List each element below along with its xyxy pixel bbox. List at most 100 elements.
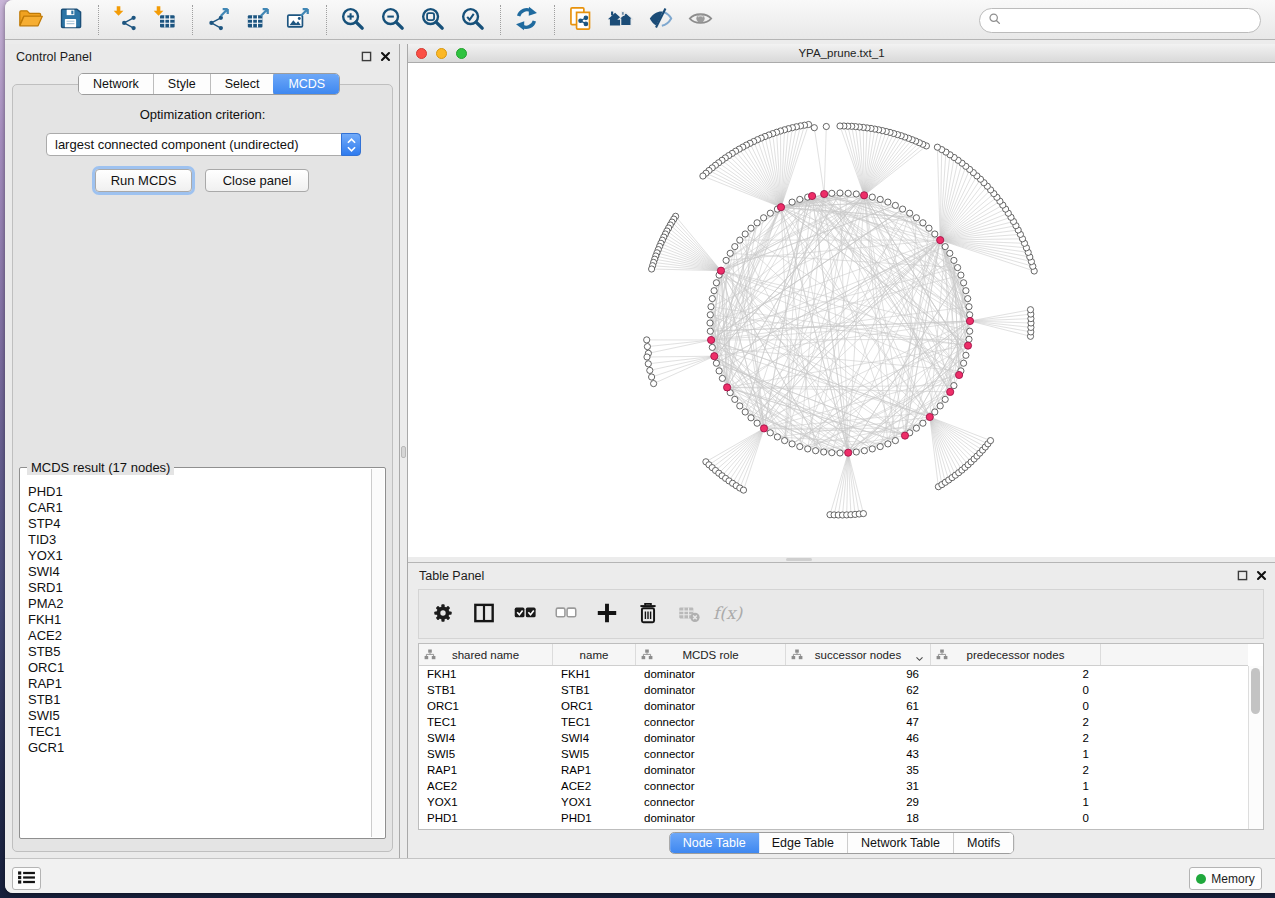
list-item[interactable]: PHD1 <box>28 484 371 500</box>
table-scrollbar[interactable] <box>1248 666 1263 829</box>
table-row[interactable]: FKH1FKH1dominator962 <box>419 666 1248 682</box>
zoom-out-button[interactable] <box>377 5 407 35</box>
import-network-button[interactable] <box>109 5 139 35</box>
duplicate-network-button[interactable] <box>565 5 595 35</box>
tab-network-table[interactable]: Network Table <box>848 833 954 853</box>
table-row[interactable]: ORC1ORC1dominator610 <box>419 698 1248 714</box>
run-mcds-button[interactable]: Run MCDS <box>95 169 192 192</box>
add-button[interactable] <box>591 598 623 630</box>
search-box[interactable] <box>979 8 1261 33</box>
list-item[interactable]: SWI5 <box>28 708 371 724</box>
import-table-button[interactable] <box>149 5 179 35</box>
column-header-shared-name[interactable]: shared name <box>419 644 553 665</box>
export-image-button[interactable] <box>283 5 313 35</box>
tab-mcds[interactable]: MCDS <box>273 73 340 95</box>
list-item[interactable]: ORC1 <box>28 660 371 676</box>
cell-filler <box>1101 698 1248 714</box>
tab-node-table[interactable]: Node Table <box>669 832 760 854</box>
memory-label: Memory <box>1211 872 1254 886</box>
hide-graphics-details-button[interactable] <box>645 5 675 35</box>
open-button[interactable] <box>15 5 45 35</box>
gear-button[interactable] <box>427 598 459 630</box>
delete-button[interactable] <box>632 598 664 630</box>
table-row[interactable]: SWI4SWI4dominator462 <box>419 730 1248 746</box>
list-item[interactable]: STP4 <box>28 516 371 532</box>
cell: dominator <box>636 682 786 698</box>
zoom-fit-button[interactable] <box>417 5 447 35</box>
list-item[interactable]: PMA2 <box>28 596 371 612</box>
search-input[interactable] <box>1006 11 1260 31</box>
tab-motifs[interactable]: Motifs <box>954 833 1013 853</box>
cell: 2 <box>931 666 1101 682</box>
export-network-button[interactable] <box>203 5 233 35</box>
optimization-criterion-dropdown[interactable]: largest connected component (undirected) <box>46 133 361 156</box>
list-item[interactable]: SRD1 <box>28 580 371 596</box>
list-item[interactable]: TEC1 <box>28 724 371 740</box>
memory-button[interactable]: Memory <box>1189 867 1262 890</box>
zoom-in-button[interactable] <box>337 5 367 35</box>
list-item[interactable]: FKH1 <box>28 612 371 628</box>
list-item[interactable]: GCR1 <box>28 740 371 756</box>
close-icon[interactable] <box>1256 570 1267 584</box>
table-row[interactable]: STB1STB1dominator620 <box>419 682 1248 698</box>
refresh-button[interactable] <box>511 5 541 35</box>
column-header-successor-nodes[interactable]: successor nodes <box>786 644 931 665</box>
birds-eye-view-button[interactable] <box>685 5 715 35</box>
table-row[interactable]: ACE2ACE2connector311 <box>419 778 1248 794</box>
cell: dominator <box>636 762 786 778</box>
table-row[interactable]: PHD1PHD1dominator180 <box>419 810 1248 826</box>
table-row[interactable]: TEC1TEC1connector472 <box>419 714 1248 730</box>
sort-chevron-icon <box>915 652 924 664</box>
list-item[interactable]: STB5 <box>28 644 371 660</box>
select-all-button[interactable] <box>509 598 541 630</box>
vertical-splitter-handle[interactable] <box>401 446 406 458</box>
float-icon[interactable] <box>1237 570 1248 584</box>
tab-network[interactable]: Network <box>79 74 154 94</box>
cell: connector <box>636 746 786 762</box>
list-item[interactable]: CAR1 <box>28 500 371 516</box>
cell: YOX1 <box>553 794 636 810</box>
mcds-list-scrollbar[interactable] <box>371 469 384 837</box>
list-item[interactable]: RAP1 <box>28 676 371 692</box>
table-body: FKH1FKH1dominator962STB1STB1dominator620… <box>419 666 1248 829</box>
cell: FKH1 <box>553 666 636 682</box>
cell: 61 <box>786 698 931 714</box>
list-item[interactable]: SWI4 <box>28 564 371 580</box>
tab-edge-table[interactable]: Edge Table <box>759 833 848 853</box>
export-network-icon <box>205 5 232 35</box>
mcds-result-list[interactable]: PHD1CAR1STP4TID3YOX1SWI4SRD1PMA2FKH1ACE2… <box>21 474 371 837</box>
close-icon[interactable] <box>380 51 391 65</box>
list-item[interactable]: TID3 <box>28 532 371 548</box>
list-item[interactable]: STB1 <box>28 692 371 708</box>
save-icon <box>57 5 84 35</box>
control-panel: Control Panel NetworkStyleSelectMCDS Opt… <box>5 44 400 858</box>
toolbar-separator <box>554 5 555 35</box>
save-button[interactable] <box>55 5 85 35</box>
table-row[interactable]: YOX1YOX1connector291 <box>419 794 1248 810</box>
table-row[interactable]: SWI5SWI5connector431 <box>419 746 1248 762</box>
cell-filler <box>1101 778 1248 794</box>
tab-style[interactable]: Style <box>154 74 211 94</box>
horizontal-splitter-handle[interactable] <box>786 558 812 561</box>
table-toolbar: f(x) <box>418 589 1264 639</box>
float-icon[interactable] <box>361 51 372 65</box>
columns-button[interactable] <box>468 598 500 630</box>
list-item[interactable]: YOX1 <box>28 548 371 564</box>
tab-select[interactable]: Select <box>211 74 275 94</box>
deselect-all-icon <box>553 600 579 629</box>
table-scrollbar-thumb[interactable] <box>1251 668 1260 714</box>
table-row[interactable]: RAP1RAP1dominator352 <box>419 762 1248 778</box>
network-graph <box>408 63 1275 557</box>
export-table-button[interactable] <box>243 5 273 35</box>
session-home-button[interactable] <box>605 5 635 35</box>
close-panel-button[interactable]: Close panel <box>205 169 309 192</box>
column-header-name[interactable]: name <box>553 644 636 665</box>
list-item[interactable]: ACE2 <box>28 628 371 644</box>
task-manager-button[interactable] <box>12 867 41 890</box>
zoom-selected-button[interactable] <box>457 5 487 35</box>
column-header-mcds-role[interactable]: MCDS role <box>636 644 786 665</box>
column-tree-icon <box>791 649 803 662</box>
network-canvas[interactable] <box>408 63 1275 557</box>
column-header-predecessor-nodes[interactable]: predecessor nodes <box>931 644 1101 665</box>
table-panel: Table Panel f(x) shared namenameMCDS rol… <box>408 562 1275 858</box>
